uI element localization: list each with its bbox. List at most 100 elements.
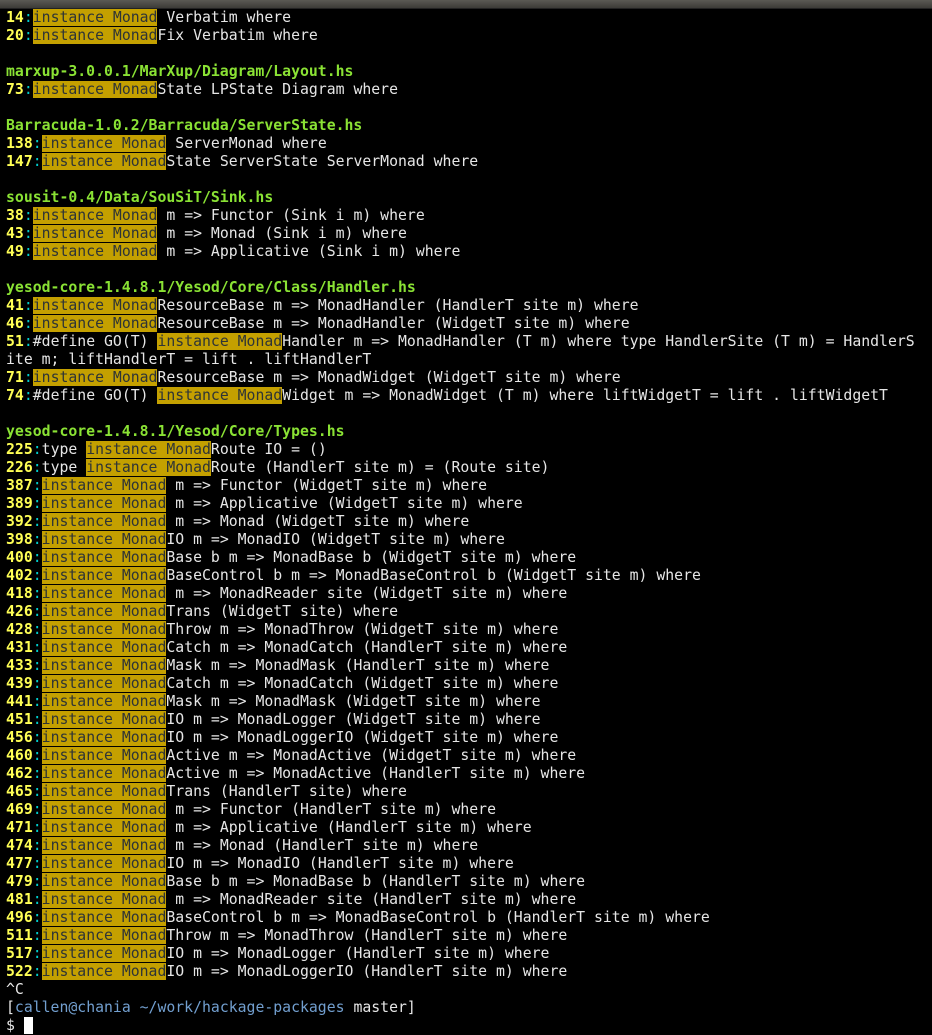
separator: : [23,333,33,350]
match-suffix: ResourceBase m => MonadHandler (WidgetT … [157,315,630,332]
grep-filename: marxup-3.0.0.1/MarXup/Diagram/Layout.hs [6,63,932,81]
separator: : [32,585,42,602]
line-number: 418 [6,585,33,602]
grep-match-line: 51:#define GO(T) instance MonadHandler m… [6,333,932,351]
line-number: 138 [6,135,33,152]
match-suffix: IO m => MonadLogger (WidgetT site m) whe… [166,711,541,728]
match-suffix: BaseControl b m => MonadBaseControl b (W… [166,567,701,584]
grep-match-line: 469:instance Monad m => Functor (Handler… [6,801,932,819]
separator: : [32,549,42,566]
match-suffix: m => Applicative (WidgetT site m) where [166,495,523,512]
line-number: 147 [6,153,33,170]
match-highlight: instance Monad [41,477,167,494]
match-suffix: m => Functor (WidgetT site m) where [166,477,488,494]
grep-match-line: 456:instance MonadIO m => MonadLoggerIO … [6,729,932,747]
match-suffix: m => Applicative (HandlerT site m) where [166,819,532,836]
line-number: 471 [6,819,33,836]
line-number: 49 [6,243,24,260]
line-number: 460 [6,747,33,764]
match-suffix: Trans (HandlerT site) where [166,783,407,800]
match-suffix: Catch m => MonadCatch (HandlerT site m) … [166,639,568,656]
line-number: 474 [6,837,33,854]
terminal-output[interactable]: 14:instance Monad Verbatim where 20:insta… [0,9,932,1035]
match-prefix: type [41,441,87,458]
line-number: 479 [6,873,33,890]
match-prefix: type [41,459,87,476]
grep-match-line: 496:instance MonadBaseControl b m => Mon… [6,909,932,927]
filename-text: yesod-core-1.4.8.1/Yesod/Core/Class/Hand… [6,279,416,296]
command-input-line[interactable]: $ [6,1017,932,1035]
match-suffix: Catch m => MonadCatch (WidgetT site m) w… [166,675,559,692]
match-highlight: instance Monad [41,135,167,152]
grep-match-line: 426:instance MonadTrans (WidgetT site) w… [6,603,932,621]
line-number: 469 [6,801,33,818]
match-highlight: instance Monad [41,801,167,818]
separator: : [32,513,42,530]
match-suffix: Base b m => MonadBase b (WidgetT site m)… [166,549,577,566]
grep-match-line: 431:instance MonadCatch m => MonadCatch … [6,639,932,657]
line-number: 439 [6,675,33,692]
match-suffix: m => Monad (WidgetT site m) where [166,513,470,530]
grep-match-line: 402:instance MonadBaseControl b m => Mon… [6,567,932,585]
grep-match-line: 511:instance MonadThrow m => MonadThrow … [6,927,932,945]
match-highlight: instance Monad [41,819,167,836]
grep-match-line: 147:instance MonadState ServerState Serv… [6,153,932,171]
match-highlight: instance Monad [41,531,167,548]
match-suffix: Base b m => MonadBase b (HandlerT site m… [166,873,586,890]
match-suffix: m => Monad (Sink i m) where [157,225,407,242]
grep-match-line: 522:instance MonadIO m => MonadLoggerIO … [6,963,932,981]
shell-prompt: [callen@chania ~/work/hackage-packages m… [6,999,932,1017]
grep-match-line: 439:instance MonadCatch m => MonadCatch … [6,675,932,693]
separator: : [23,9,33,26]
match-suffix: State ServerState ServerMonad where [166,153,479,170]
filename-text: marxup-3.0.0.1/MarXup/Diagram/Layout.hs [6,63,354,80]
separator: : [32,675,42,692]
separator: : [32,477,42,494]
match-suffix: ServerMonad where [166,135,327,152]
match-highlight: instance Monad [41,873,167,890]
match-suffix: Mask m => MonadMask (HandlerT site m) wh… [166,657,550,674]
match-highlight: instance Monad [41,927,167,944]
separator: : [32,441,42,458]
line-number: 51 [6,333,24,350]
match-suffix: m => MonadReader site (WidgetT site m) w… [166,585,568,602]
grep-match-line: 462:instance MonadActive m => MonadActiv… [6,765,932,783]
match-suffix: Fix Verbatim where [157,27,318,44]
separator: : [32,855,42,872]
grep-filename: yesod-core-1.4.8.1/Yesod/Core/Class/Hand… [6,279,932,297]
separator: : [32,639,42,656]
match-suffix: Verbatim where [157,9,292,26]
grep-filename: sousit-0.4/Data/SouSiT/Sink.hs [6,189,932,207]
separator: : [23,27,33,44]
line-number: 389 [6,495,33,512]
match-suffix: m => Applicative (Sink i m) where [157,243,461,260]
line-number: 38 [6,207,24,224]
output-line: ^C [6,981,932,999]
separator: : [23,369,33,386]
line-number: 400 [6,549,33,566]
match-highlight: instance Monad [86,441,211,458]
match-highlight: instance Monad [32,225,158,242]
grep-match-line: 392:instance Monad m => Monad (WidgetT s… [6,513,932,531]
separator: : [23,207,33,224]
match-highlight: instance Monad [41,963,167,980]
grep-match-line: 465:instance MonadTrans (HandlerT site) … [6,783,932,801]
match-suffix: IO m => MonadIO (HandlerT site m) where [166,855,514,872]
grep-match-line: 433:instance MonadMask m => MonadMask (H… [6,657,932,675]
grep-match-line: 477:instance MonadIO m => MonadIO (Handl… [6,855,932,873]
line-number: 481 [6,891,33,908]
separator: : [23,315,33,332]
output-line: ite m; liftHandlerT = lift . liftHandler… [6,351,932,369]
line-number: 496 [6,909,33,926]
match-highlight: instance Monad [41,603,167,620]
line-number: 477 [6,855,33,872]
match-suffix: IO m => MonadLogger (HandlerT site m) wh… [166,945,550,962]
grep-match-line: 517:instance MonadIO m => MonadLogger (H… [6,945,932,963]
match-highlight: instance Monad [41,711,167,728]
grep-match-line: 460:instance MonadActive m => MonadActiv… [6,747,932,765]
separator: : [23,243,33,260]
match-suffix: ResourceBase m => MonadHandler (HandlerT… [157,297,639,314]
match-highlight: instance Monad [41,513,167,530]
window-titlebar[interactable] [0,0,932,9]
